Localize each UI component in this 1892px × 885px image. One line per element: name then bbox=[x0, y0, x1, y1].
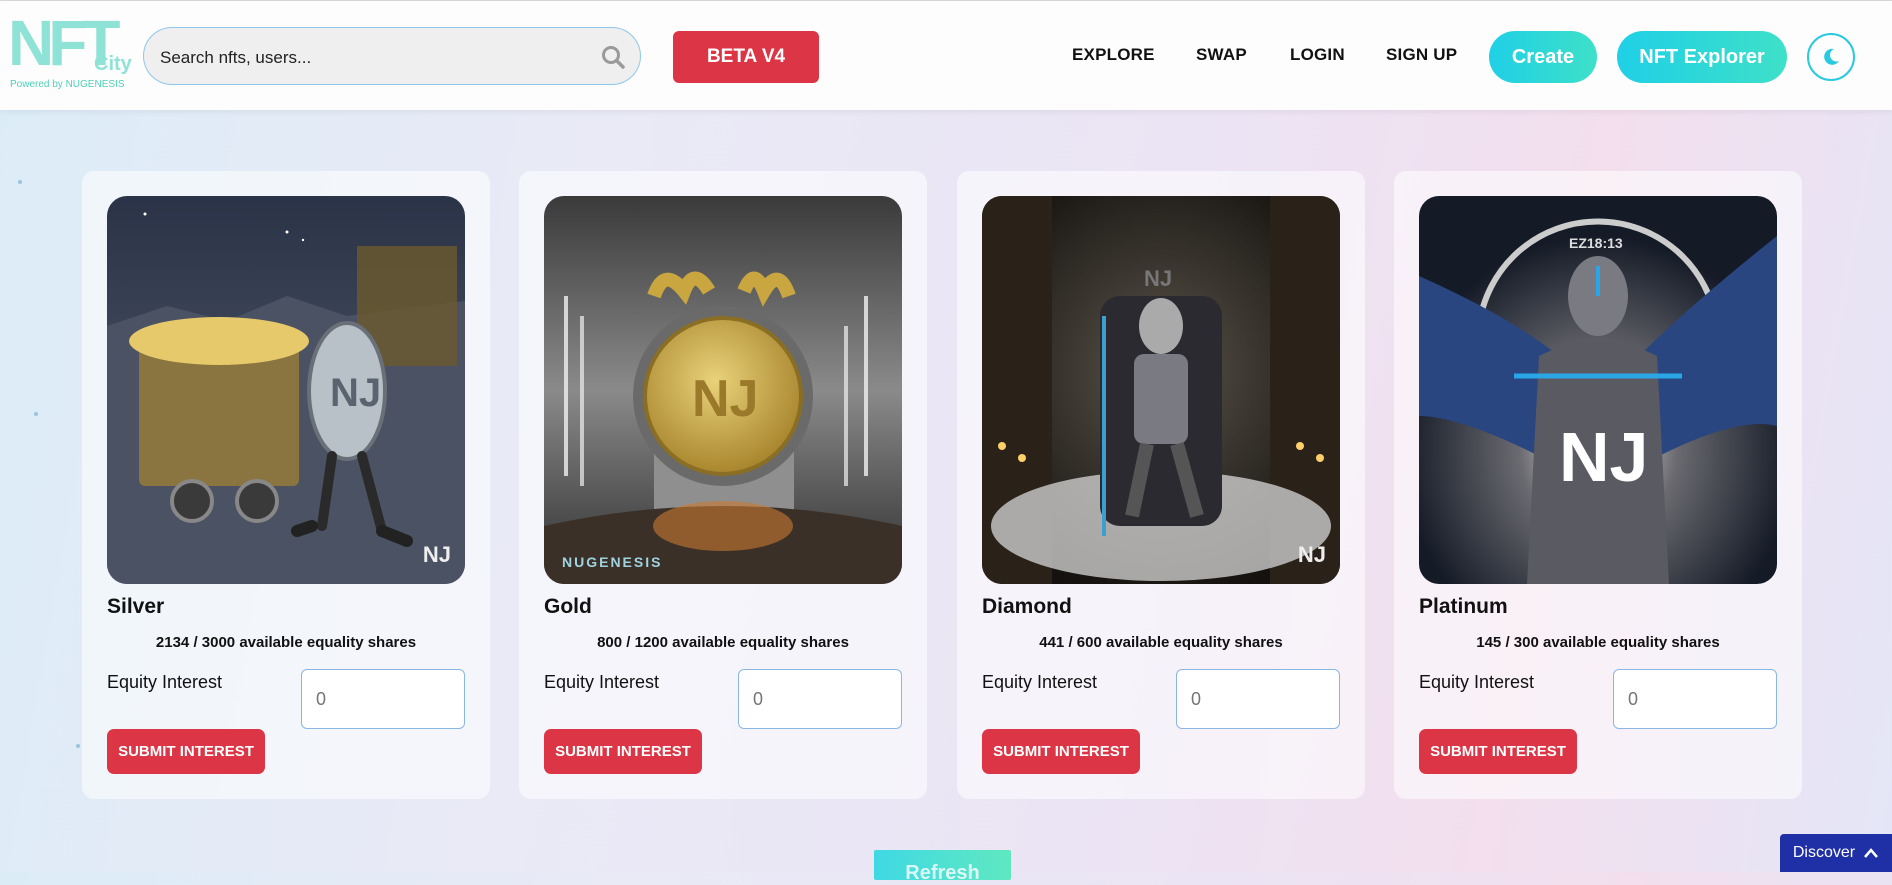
decor-dot bbox=[76, 744, 80, 748]
logo-city-text: City bbox=[94, 53, 132, 75]
card-title: Diamond bbox=[982, 595, 1072, 618]
card-title: Gold bbox=[544, 595, 592, 618]
beta-version-button[interactable]: BETA V4 bbox=[673, 31, 819, 83]
nft-card-gold: NJ NUGENESIS Gold 800 / 1200 available e… bbox=[519, 171, 927, 799]
nft-card-diamond: NJ NJ Diamond 441 / 600 available equali… bbox=[957, 171, 1365, 799]
svg-text:NJ: NJ bbox=[692, 370, 758, 428]
platinum-nft-image[interactable]: NJ EZ18:13 bbox=[1419, 196, 1777, 584]
decor-dot bbox=[34, 412, 38, 416]
available-shares: 2134 / 3000 available equality shares bbox=[155, 634, 417, 651]
equity-interest-input[interactable] bbox=[738, 669, 902, 729]
submit-interest-button[interactable]: SUBMIT INTEREST bbox=[982, 729, 1140, 774]
top-navbar: NFT City Powered by NUGENESIS BETA V4 EX… bbox=[0, 1, 1892, 110]
nav-explore[interactable]: EXPLORE bbox=[1072, 45, 1155, 65]
dark-mode-toggle[interactable] bbox=[1807, 33, 1855, 81]
decor-dot bbox=[18, 180, 22, 184]
search-box bbox=[143, 27, 641, 85]
discover-label: Discover bbox=[1792, 844, 1856, 861]
submit-interest-button[interactable]: SUBMIT INTEREST bbox=[1419, 729, 1577, 774]
nft-card-platinum: NJ EZ18:13 Platinum 145 / 300 available … bbox=[1394, 171, 1802, 799]
nft-city-logo[interactable]: NFT City Powered by NUGENESIS bbox=[8, 11, 136, 97]
svg-text:EZ18:13: EZ18:13 bbox=[1569, 235, 1623, 251]
equity-interest-label: Equity Interest bbox=[982, 672, 1098, 692]
nav-signup[interactable]: SIGN UP bbox=[1386, 45, 1457, 65]
equity-interest-input[interactable] bbox=[1613, 669, 1777, 729]
svg-text:NJ: NJ bbox=[1559, 418, 1648, 496]
available-shares: 145 / 300 available equality shares bbox=[1476, 634, 1720, 651]
svg-text:NJ: NJ bbox=[1144, 266, 1172, 291]
discover-button[interactable]: Discover bbox=[1780, 834, 1892, 872]
silver-nft-image[interactable]: NJ NJ bbox=[107, 196, 465, 584]
submit-interest-button[interactable]: SUBMIT INTEREST bbox=[107, 729, 265, 774]
svg-text:NJ: NJ bbox=[330, 371, 381, 415]
refresh-button[interactable]: Refresh bbox=[874, 850, 1011, 884]
available-shares: 441 / 600 available equality shares bbox=[1039, 634, 1283, 651]
submit-interest-button[interactable]: SUBMIT INTEREST bbox=[544, 729, 702, 774]
equity-interest-input[interactable] bbox=[1176, 669, 1340, 729]
equity-interest-input[interactable] bbox=[301, 669, 465, 729]
nugenesis-mark-icon: NJ bbox=[1297, 542, 1326, 567]
create-button[interactable]: Create bbox=[1489, 31, 1597, 83]
nft-card-silver: NJ NJ Silver 2134 / 3000 available equal… bbox=[82, 171, 490, 799]
chevron-up-icon bbox=[1864, 848, 1879, 858]
nugenesis-mark-icon: NJ bbox=[422, 542, 451, 567]
search-icon[interactable] bbox=[600, 44, 626, 70]
equity-interest-label: Equity Interest bbox=[1419, 672, 1535, 692]
nav-login[interactable]: LOGIN bbox=[1290, 45, 1345, 65]
card-title: Platinum bbox=[1419, 595, 1508, 618]
nft-explorer-button[interactable]: NFT Explorer bbox=[1617, 31, 1787, 83]
nav-swap[interactable]: SWAP bbox=[1196, 45, 1247, 65]
logo-powered-by: Powered by NUGENESIS bbox=[10, 79, 125, 90]
equity-interest-label: Equity Interest bbox=[107, 672, 223, 692]
gold-nft-image[interactable]: NJ NUGENESIS bbox=[544, 196, 902, 584]
equity-interest-label: Equity Interest bbox=[544, 672, 660, 692]
available-shares: 800 / 1200 available equality shares bbox=[597, 634, 849, 651]
diamond-nft-image[interactable]: NJ NJ bbox=[982, 196, 1340, 584]
moon-icon bbox=[1824, 48, 1839, 65]
card-title: Silver bbox=[107, 595, 165, 618]
search-input[interactable] bbox=[158, 42, 582, 74]
nugenesis-watermark: NUGENESIS bbox=[562, 554, 663, 570]
